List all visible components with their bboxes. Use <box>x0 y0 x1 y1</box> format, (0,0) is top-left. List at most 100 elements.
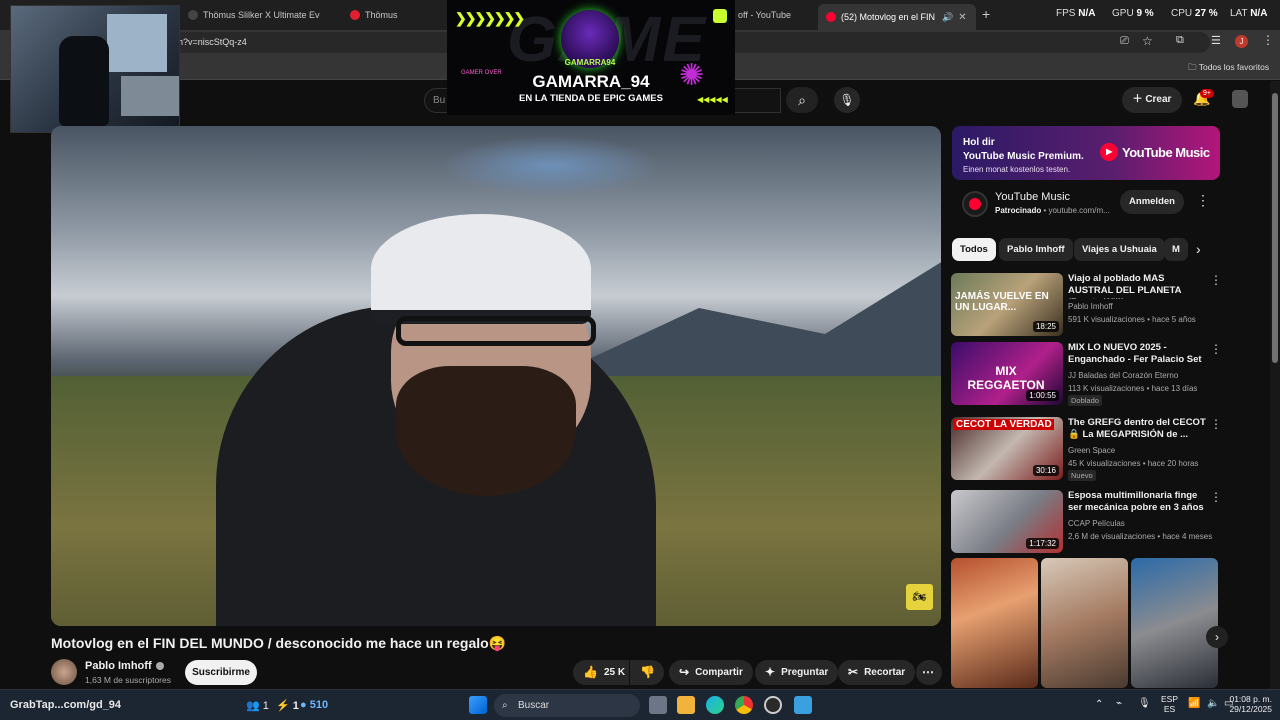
search-button[interactable]: ⌕ <box>786 87 818 113</box>
language-indicator[interactable]: ESP ES <box>1161 694 1178 714</box>
recommendation-more-icon[interactable]: ⋮ <box>1210 417 1222 431</box>
sponsor-meta: Patrocinado • youtube.com/m... <box>995 206 1110 215</box>
app-icon[interactable] <box>794 696 812 714</box>
anmelden-button[interactable]: Anmelden <box>1120 190 1184 214</box>
chip-pablo-imhoff[interactable]: Pablo Imhoff <box>999 238 1073 261</box>
shorts-next-button[interactable]: › <box>1206 626 1228 648</box>
recommendation-more-icon[interactable]: ⋮ <box>1210 273 1222 287</box>
scrollbar-thumb[interactable] <box>1272 93 1278 363</box>
tab-thomus-slilker[interactable]: Thömus Slilker X Ultimate Evo - <box>180 4 320 26</box>
recommendation-thumbnail[interactable]: 1:17:32 <box>951 490 1063 553</box>
video-person-beard <box>396 366 576 496</box>
chip-viajes-ushuaia[interactable]: Viajes a Ushuaia <box>1074 238 1165 261</box>
chip-todos[interactable]: Todos <box>952 238 996 261</box>
tab-motovlog[interactable]: (52) Motovlog en el FIN DEL 🔊 ✕ <box>818 4 976 30</box>
extensions-icon[interactable]: ⧉ <box>1176 34 1184 47</box>
file-explorer-icon[interactable] <box>677 696 695 714</box>
profile-avatar[interactable]: J <box>1235 35 1248 48</box>
obs-icon[interactable] <box>764 696 782 714</box>
new-tab-button[interactable]: + <box>982 6 990 22</box>
recommendation-title[interactable]: MIX LO NUEVO 2025 - Enganchado - Fer Pal… <box>1068 342 1208 368</box>
tab-label: (52) Motovlog en el FIN DEL <box>841 12 937 22</box>
thumbnail-text: JAMÁS VUELVE EN UN LUGAR... <box>955 291 1049 313</box>
tray-network-icon[interactable]: ⌁ <box>1116 698 1122 709</box>
edge-icon[interactable] <box>706 696 724 714</box>
tab-favicon-icon <box>350 10 360 20</box>
subscribe-button[interactable]: Suscribirme <box>185 660 257 685</box>
clock[interactable]: 01:08 p. m. 29/12/2025 <box>1228 694 1272 714</box>
share-button[interactable]: ↪ Compartir <box>669 660 753 685</box>
youtube-favicon-icon <box>826 12 836 22</box>
windows-start-icon[interactable] <box>469 696 487 714</box>
banner-subtitle: EN LA TIENDA DE EPIC GAMES <box>519 93 663 104</box>
scissors-icon: ✂ <box>848 665 859 679</box>
speaker-icon[interactable]: 🔊 <box>942 12 953 23</box>
video-player[interactable]: 🏍 <box>51 126 941 626</box>
tray-chevron-icon[interactable]: ⌃ <box>1095 699 1103 710</box>
bookmark-star-icon[interactable]: ☆ <box>1142 34 1153 48</box>
recommendation-item[interactable]: 1:17:32 Esposa multimillonaria finge ser… <box>951 490 1222 556</box>
motorcycle-watermark-icon[interactable]: 🏍 <box>906 584 933 610</box>
recommendation-item[interactable]: CECOT LA VERDAD 30:16 The GREFG dentro d… <box>951 417 1222 483</box>
recommendation-title[interactable]: Esposa multimillonaria finge ser mecánic… <box>1068 490 1208 516</box>
banner-chevrons-icon: ❯❯❯❯❯❯❯ <box>455 10 525 26</box>
recommendation-more-icon[interactable]: ⋮ <box>1210 342 1222 356</box>
recommendation-thumbnail[interactable]: CECOT LA VERDAD 30:16 <box>951 417 1063 480</box>
taskbar-search[interactable]: ⌕ Buscar <box>494 694 640 717</box>
volume-icon[interactable]: 🔈 <box>1207 698 1219 709</box>
recommendation-item[interactable]: JAMÁS VUELVE EN UN LUGAR... 18:25 Viajo … <box>951 273 1222 339</box>
short-thumbnail[interactable] <box>1131 558 1218 688</box>
menu-dots-icon[interactable]: ⋮ <box>1262 33 1274 47</box>
recommendation-channel[interactable]: JJ Baladas del Corazón Eterno <box>1068 371 1178 380</box>
ad-more-icon[interactable]: ⋮ <box>1196 192 1210 209</box>
dislike-button[interactable]: 👎 <box>630 660 664 685</box>
task-view-icon[interactable] <box>649 696 667 714</box>
reading-list-icon[interactable]: ☰ <box>1211 34 1221 47</box>
tab-thomus[interactable]: Thömus <box>342 4 442 26</box>
short-thumbnail[interactable] <box>1041 558 1128 688</box>
recommendation-more-icon[interactable]: ⋮ <box>1210 490 1222 504</box>
voice-search-button[interactable]: 🎙 <box>834 87 860 113</box>
more-actions-button[interactable]: ⋯ <box>916 660 942 685</box>
recommendation-thumbnail[interactable]: MIX REGGAETON 1:00:55 <box>951 342 1063 405</box>
short-thumbnail[interactable] <box>951 558 1038 688</box>
tray-mic-icon[interactable]: 🎙 <box>1138 698 1151 709</box>
gpu-readout: GPU 9 % <box>1112 8 1154 19</box>
share-icon: ↪ <box>679 665 690 679</box>
recommendation-channel[interactable]: Pablo Imhoff <box>1068 302 1113 311</box>
account-avatar[interactable] <box>1232 90 1248 108</box>
chrome-icon[interactable] <box>735 696 753 714</box>
notifications-badge: 9+ <box>1200 89 1214 98</box>
video-sky <box>441 136 661 196</box>
tab-youtube[interactable]: off - YouTube <box>730 4 815 26</box>
recommendation-title[interactable]: Viajo al poblado MAS AUSTRAL DEL PLANETA… <box>1068 273 1208 299</box>
recommendation-channel[interactable]: CCAP Películas <box>1068 519 1125 528</box>
all-bookmarks-folder[interactable]: 🗀 Todos los favoritos <box>1188 62 1269 76</box>
sparkle-icon: ✦ <box>765 665 776 679</box>
lat-readout: LAT N/A <box>1230 8 1268 19</box>
channel-avatar[interactable] <box>51 659 77 685</box>
close-tab-icon[interactable]: ✕ <box>958 12 966 23</box>
youtube-music-ad-banner[interactable]: Hol dir YouTube Music Premium. Einen mon… <box>952 126 1220 180</box>
wifi-icon[interactable]: 📶 <box>1188 698 1200 709</box>
video-person-glasses <box>396 316 596 346</box>
cast-icon[interactable]: ⎚ <box>1120 35 1129 48</box>
page-scrollbar[interactable] <box>1270 81 1280 689</box>
recommendation-item[interactable]: MIX REGGAETON 1:00:55 MIX LO NUEVO 2025 … <box>951 342 1222 408</box>
like-button[interactable]: 👍 25 K <box>573 660 629 685</box>
recommendation-thumbnail[interactable]: JAMÁS VUELVE EN UN LUGAR... 18:25 <box>951 273 1063 336</box>
recommendation-title[interactable]: The GREFG dentro del CECOT 🔒 La MEGAPRIS… <box>1068 417 1208 441</box>
chevron-right-icon[interactable]: › <box>1196 241 1201 257</box>
play-icon: ▶ <box>1100 143 1118 161</box>
recommendation-meta: 2,6 M de visualizaciones • hace 4 meses <box>1068 532 1213 541</box>
recommendation-meta: 113 K visualizaciones • hace 13 días <box>1068 384 1198 393</box>
points-stat: ● 510 <box>300 699 329 711</box>
thumbnail-text: MIX REGGAETON <box>967 364 1045 392</box>
recommendation-channel[interactable]: Green Space <box>1068 446 1115 455</box>
create-button[interactable]: ＋ Crear <box>1122 87 1182 113</box>
channel-name[interactable]: Pablo Imhoff <box>85 660 164 672</box>
chip-more[interactable]: M <box>1164 238 1188 261</box>
ask-button[interactable]: ✦ Preguntar <box>755 660 839 685</box>
webcam-bed <box>121 76 179 116</box>
clip-button[interactable]: ✂ Recortar <box>838 660 916 685</box>
